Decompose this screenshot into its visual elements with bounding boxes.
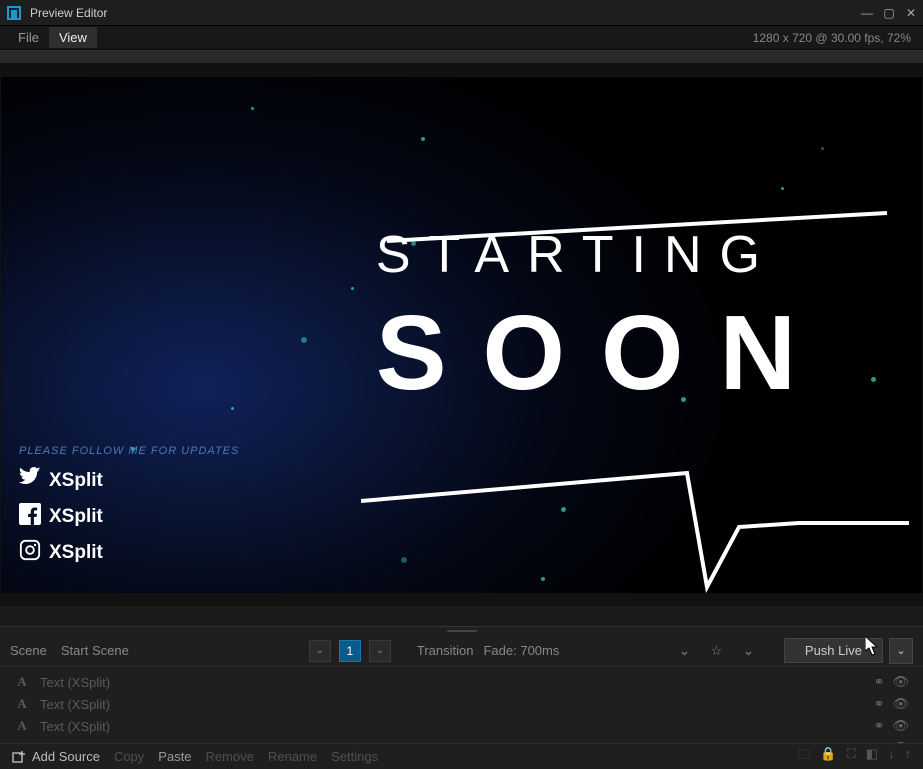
menu-bar: File View 1280 x 720 @ 30.00 fps, 72%	[0, 26, 923, 50]
app-icon	[6, 5, 22, 21]
scene-name[interactable]: Start Scene	[61, 643, 301, 658]
mask-icon[interactable]: ◧	[866, 746, 878, 768]
push-live-label: Push Live	[805, 643, 862, 658]
favorite-icon[interactable]: ☆	[705, 640, 727, 662]
paste-button[interactable]: Paste	[158, 749, 191, 764]
scene-dropdown[interactable]: ⌄	[309, 640, 331, 662]
headline-line2: SOON	[376, 293, 832, 414]
headline: STARTING SOON	[376, 225, 832, 414]
add-source-button[interactable]: Add Source	[12, 749, 100, 764]
toolbar-strip	[0, 50, 923, 64]
transition-options-dropdown[interactable]: ⌄	[737, 640, 759, 662]
scene-bar: Scene Start Scene ⌄ 1 ⌄ Transition Fade:…	[0, 635, 923, 667]
add-icon	[12, 750, 26, 764]
transition-value[interactable]: Fade: 700ms	[483, 643, 663, 658]
move-up-icon[interactable]: ↑	[905, 746, 912, 768]
add-source-label: Add Source	[32, 749, 100, 764]
close-button[interactable]: ✕	[905, 6, 917, 20]
source-row[interactable]: ▢ Social Media Logos ⚭ 👁	[0, 737, 923, 743]
push-live-dropdown[interactable]: ⌄	[889, 638, 913, 664]
facebook-icon	[19, 503, 41, 531]
lock-icon[interactable]: 🔒	[820, 746, 836, 768]
scene-number[interactable]: 1	[339, 640, 361, 662]
copy-button[interactable]: Copy	[114, 749, 144, 764]
source-type-icon: A	[14, 696, 30, 712]
headline-line1: STARTING	[376, 226, 778, 284]
twitter-handle: XSplit	[49, 470, 103, 492]
footer-bar: Add Source Copy Paste Remove Rename Sett…	[0, 743, 923, 769]
source-row[interactable]: A Text (XSplit) ⚭ 👁	[0, 693, 923, 715]
source-type-icon: A	[14, 718, 30, 734]
social-caption: PLEASE FOLLOW ME FOR UPDATES	[19, 445, 239, 457]
transition-label: Transition	[417, 643, 474, 658]
visibility-icon[interactable]: 👁	[892, 718, 909, 734]
social-instagram: XSplit	[19, 539, 239, 567]
visibility-icon[interactable]: 👁	[892, 740, 909, 743]
source-name: Social Media Logos	[40, 741, 864, 744]
preview-canvas[interactable]: STARTING SOON PLEASE FOLLOW ME FOR UPDAT…	[1, 77, 922, 593]
remove-button[interactable]: Remove	[206, 749, 254, 764]
panel-resize-grip[interactable]	[0, 627, 923, 635]
source-row[interactable]: A Text (XSplit) ⚭ 👁	[0, 715, 923, 737]
instagram-icon	[19, 539, 41, 567]
source-row[interactable]: A Text (XSplit) ⚭ 👁	[0, 671, 923, 693]
bottom-panel: Scene Start Scene ⌄ 1 ⌄ Transition Fade:…	[0, 626, 923, 769]
scene-label: Scene	[10, 643, 47, 658]
source-name: Text (XSplit)	[40, 697, 864, 712]
settings-button[interactable]: Settings	[331, 749, 378, 764]
facebook-handle: XSplit	[49, 506, 103, 528]
source-name: Text (XSplit)	[40, 719, 864, 734]
canvas-area: STARTING SOON PLEASE FOLLOW ME FOR UPDAT…	[0, 64, 923, 606]
source-type-icon: ▢	[14, 740, 30, 743]
title-bar: Preview Editor — ▢ ✕	[0, 0, 923, 26]
visibility-icon[interactable]: 👁	[892, 696, 909, 712]
twitter-icon	[19, 467, 41, 495]
window-title: Preview Editor	[30, 6, 861, 20]
link-icon[interactable]: ⚭	[874, 740, 885, 743]
scene-number-dropdown[interactable]: ⌄	[369, 640, 391, 662]
decoration-line-bottom	[361, 457, 921, 593]
visibility-icon[interactable]: 👁	[892, 674, 909, 690]
transition-dropdown[interactable]: ⌄	[673, 640, 695, 662]
social-block: PLEASE FOLLOW ME FOR UPDATES XSplit XSpl…	[19, 445, 239, 575]
canvas-status: 1280 x 720 @ 30.00 fps, 72%	[753, 31, 915, 45]
folder-icon[interactable]: 🗀	[797, 746, 810, 768]
source-name: Text (XSplit)	[40, 675, 864, 690]
social-facebook: XSplit	[19, 503, 239, 531]
source-list: A Text (XSplit) ⚭ 👁 A Text (XSplit) ⚭ 👁 A Text (X…	[0, 667, 923, 743]
menu-view[interactable]: View	[49, 27, 97, 48]
social-twitter: XSplit	[19, 467, 239, 495]
link-icon[interactable]: ⚭	[874, 718, 885, 734]
push-live-button[interactable]: Push Live	[784, 638, 883, 663]
link-icon[interactable]: ⚭	[874, 674, 885, 690]
link-icon[interactable]: ⚭	[874, 696, 885, 712]
maximize-button[interactable]: ▢	[883, 6, 895, 20]
menu-file[interactable]: File	[8, 27, 49, 48]
fit-icon[interactable]: ⛶	[847, 746, 856, 768]
minimize-button[interactable]: —	[861, 6, 873, 20]
source-type-icon: A	[14, 674, 30, 690]
instagram-handle: XSplit	[49, 542, 103, 564]
move-down-icon[interactable]: ↓	[888, 746, 895, 768]
rename-button[interactable]: Rename	[268, 749, 317, 764]
